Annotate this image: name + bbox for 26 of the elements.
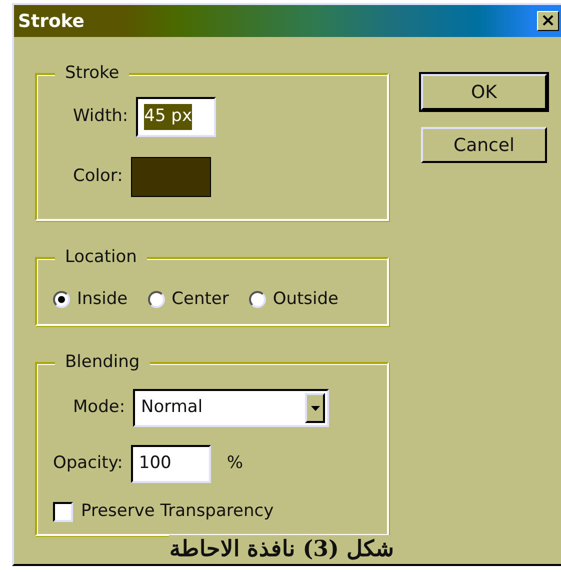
- radio-button[interactable]: [148, 291, 165, 308]
- radio-button[interactable]: [248, 291, 266, 308]
- field-value: 100: [138, 452, 172, 476]
- radio-label[interactable]: Outside: [272, 287, 338, 312]
- dropdown-value: Normal: [141, 396, 203, 420]
- group-title: Blending: [55, 351, 150, 373]
- radio-label[interactable]: Inside: [77, 287, 128, 312]
- mode-label: Mode:: [73, 396, 126, 420]
- mode-dropdown[interactable]: Normal: [133, 389, 330, 427]
- opacity-label: Opacity:: [53, 452, 123, 476]
- window-title: Stroke: [18, 10, 85, 34]
- dialog-button[interactable]: OK: [421, 74, 547, 110]
- dialog-button[interactable]: Cancel: [421, 127, 547, 163]
- percent-unit: %: [226, 452, 244, 476]
- checkbox-label[interactable]: Preserve Transparency: [81, 499, 274, 524]
- width-label: Width:: [73, 105, 128, 128]
- color-label: Color:: [73, 165, 123, 188]
- color-swatch[interactable]: [130, 157, 211, 197]
- close-button[interactable]: ×: [537, 11, 559, 31]
- radio-label[interactable]: Center: [172, 287, 229, 312]
- opacity-field[interactable]: 100: [130, 445, 211, 483]
- width-field[interactable]: 45 px: [136, 97, 216, 137]
- radio-button[interactable]: [53, 291, 70, 308]
- figure-caption: شكل (3) نافذة الاحاطة: [169, 535, 394, 563]
- checkbox[interactable]: [53, 502, 73, 522]
- selected-text: 45 px: [144, 104, 192, 130]
